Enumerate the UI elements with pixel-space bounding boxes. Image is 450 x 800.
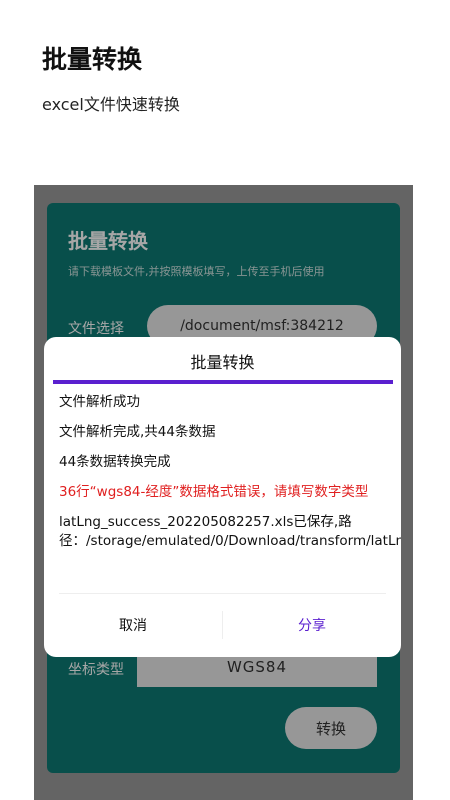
batch-convert-dialog: 批量转换 文件解析成功文件解析完成,共44条数据 44条数据转换完成 36行“wgs…: [44, 337, 401, 657]
log-line: 文件解析成功: [59, 394, 140, 410]
log-line: 44条数据转换完成: [59, 454, 171, 470]
share-button[interactable]: 分享: [223, 607, 401, 643]
cancel-button[interactable]: 取消: [44, 607, 222, 643]
dialog-title: 批量转换: [190, 353, 255, 372]
dialog-divider: [59, 593, 386, 594]
log-list: 文件解析成功文件解析完成,共44条数据 44条数据转换完成 36行“wgs84-经度…: [59, 393, 401, 562]
log-line: 文件解析完成,共44条数据: [59, 424, 216, 440]
log-line: latLng_success_202205082257.xls已保存,路径：/s…: [59, 514, 401, 549]
progress-bar-fill: [53, 380, 393, 384]
page-title: 批量转换: [42, 45, 143, 74]
page-subtitle: excel文件快速转换: [42, 95, 180, 114]
progress-bar: [53, 380, 393, 384]
log-line-error: 36行“wgs84-经度”数据格式错误，请填写数字类型: [59, 484, 369, 500]
